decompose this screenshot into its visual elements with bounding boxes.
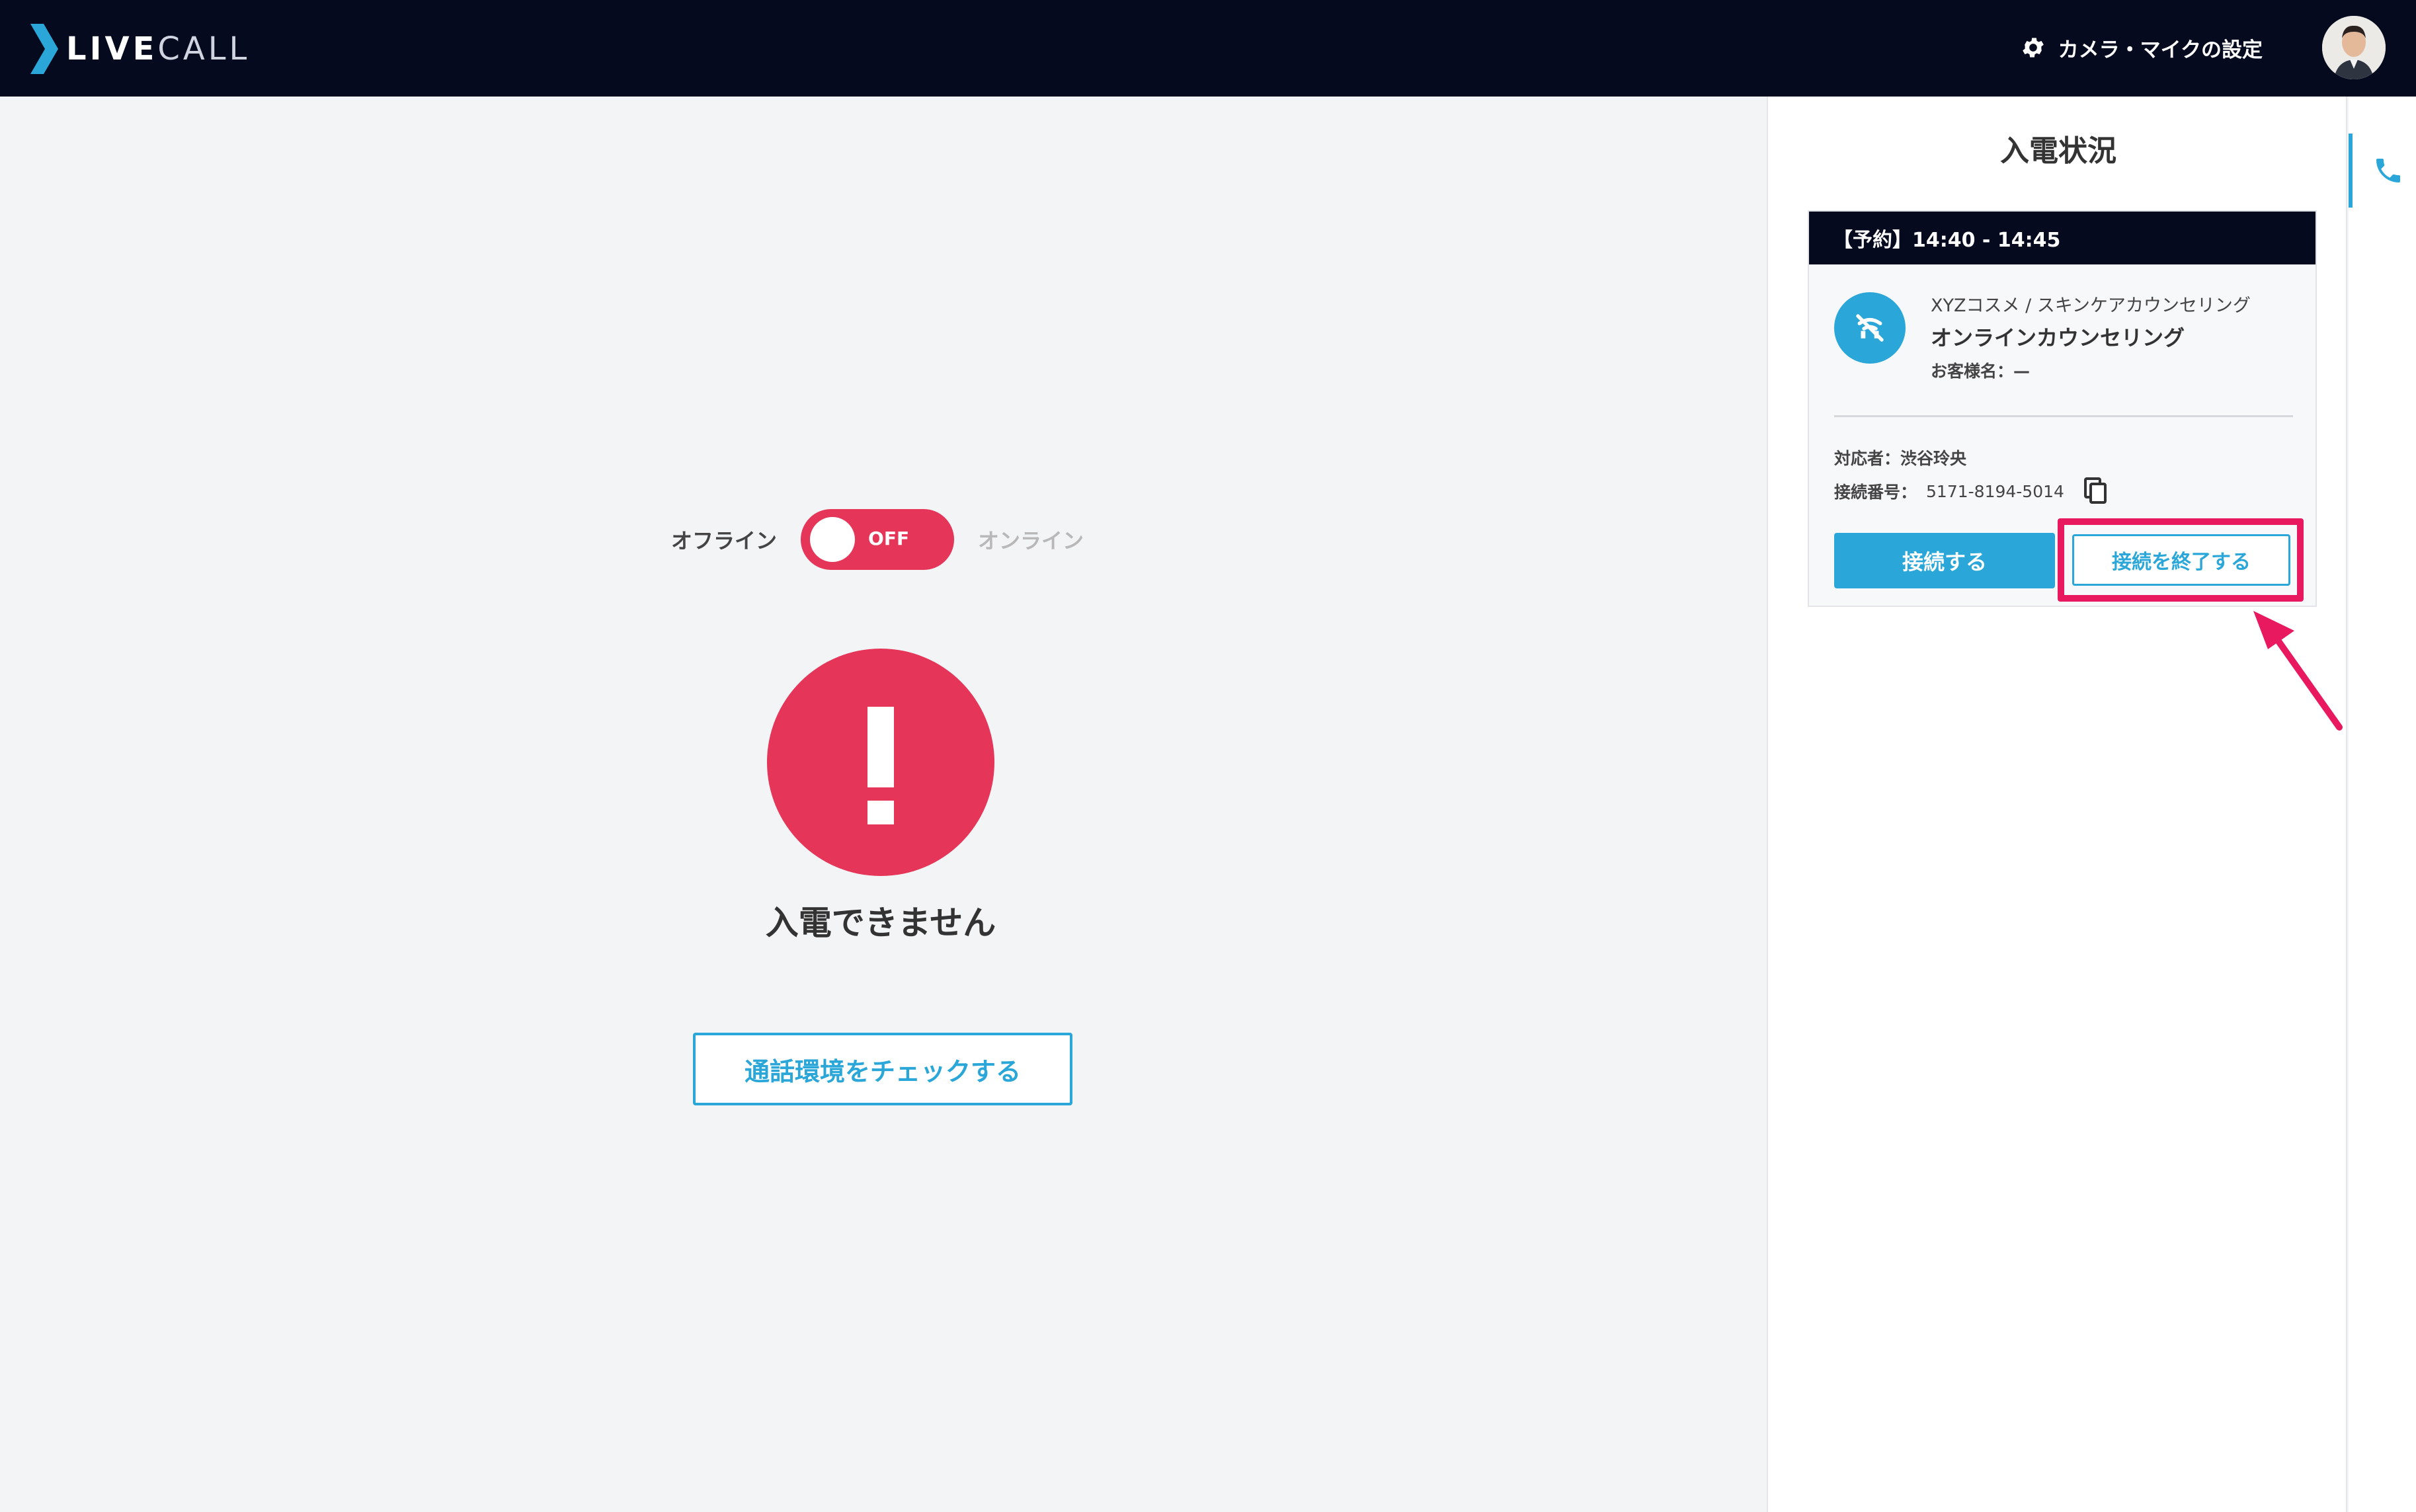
phone-icon — [2376, 159, 2400, 182]
connection-number: 接続番号： 5171-8194-5014 — [1834, 477, 2108, 505]
end-button-highlight: 接続を終了する — [2058, 518, 2304, 602]
online-offline-toggle[interactable]: OFF — [801, 509, 955, 570]
user-avatar[interactable] — [2322, 16, 2386, 79]
camera-mic-settings-button[interactable]: カメラ・マイクの設定 — [2020, 29, 2263, 66]
connect-button[interactable]: 接続する — [1834, 533, 2055, 588]
exclamation-icon — [767, 649, 994, 876]
number-value: 5171-8194-5014 — [1926, 481, 2064, 501]
staff-value: 渋谷玲央 — [1900, 449, 1967, 468]
gear-icon — [2022, 38, 2044, 58]
check-call-environment-button[interactable]: 通話環境をチェックする — [693, 1033, 1072, 1105]
annotation-arrow-icon — [2253, 611, 2343, 731]
incoming-call-panel: 入電状況 【予約】14:40 - 14:45 XYZコスメ / スキンケアカウン… — [1767, 97, 2347, 1512]
online-toggle-row: オフライン OFF オンライン — [671, 506, 1084, 573]
online-label: オンライン — [978, 528, 1084, 553]
service-path: XYZコスメ / スキンケアカウンセリング — [1931, 296, 2251, 316]
copy-icon[interactable] — [2083, 477, 2108, 505]
customer-value: — — [2013, 362, 2031, 381]
customer-name: お客様名：— — [1931, 358, 2030, 382]
logo-text: LIVECALL — [66, 30, 251, 67]
toggle-knob — [810, 517, 856, 562]
staff-name: 対応者：渋谷玲央 — [1834, 446, 1966, 469]
customer-label: お客様名： — [1931, 362, 2014, 381]
offline-label: オフライン — [671, 528, 778, 553]
toggle-state-text: OFF — [868, 528, 910, 549]
settings-label: カメラ・マイクの設定 — [2058, 38, 2263, 62]
logo-chevron-icon — [30, 24, 58, 74]
end-connection-button[interactable]: 接続を終了する — [2072, 534, 2290, 586]
livecall-logo[interactable]: LIVECALL — [30, 24, 250, 74]
right-tab-bar — [2349, 97, 2416, 1512]
card-divider — [1834, 415, 2293, 417]
call-disabled-icon — [1834, 292, 1906, 364]
number-label: 接続番号： — [1834, 483, 1917, 502]
main-area: オフライン OFF オンライン 入電できません 通話環境をチェックする — [0, 97, 1767, 1512]
panel-title: 入電状況 — [2000, 134, 2116, 168]
top-header: LIVECALL カメラ・マイクの設定 — [0, 0, 2416, 97]
reservation-card: 【予約】14:40 - 14:45 XYZコスメ / スキンケアカウンセリング … — [1808, 210, 2317, 607]
staff-label: 対応者： — [1834, 449, 1901, 468]
service-title: オンラインカウンセリング — [1931, 325, 2185, 350]
reservation-time: 【予約】14:40 - 14:45 — [1833, 229, 2061, 252]
status-message: 入電できません — [765, 904, 996, 942]
reservation-card-header: 【予約】14:40 - 14:45 — [1809, 212, 2315, 264]
avatar-icon — [2322, 16, 2386, 79]
phone-tab[interactable] — [2349, 134, 2416, 208]
